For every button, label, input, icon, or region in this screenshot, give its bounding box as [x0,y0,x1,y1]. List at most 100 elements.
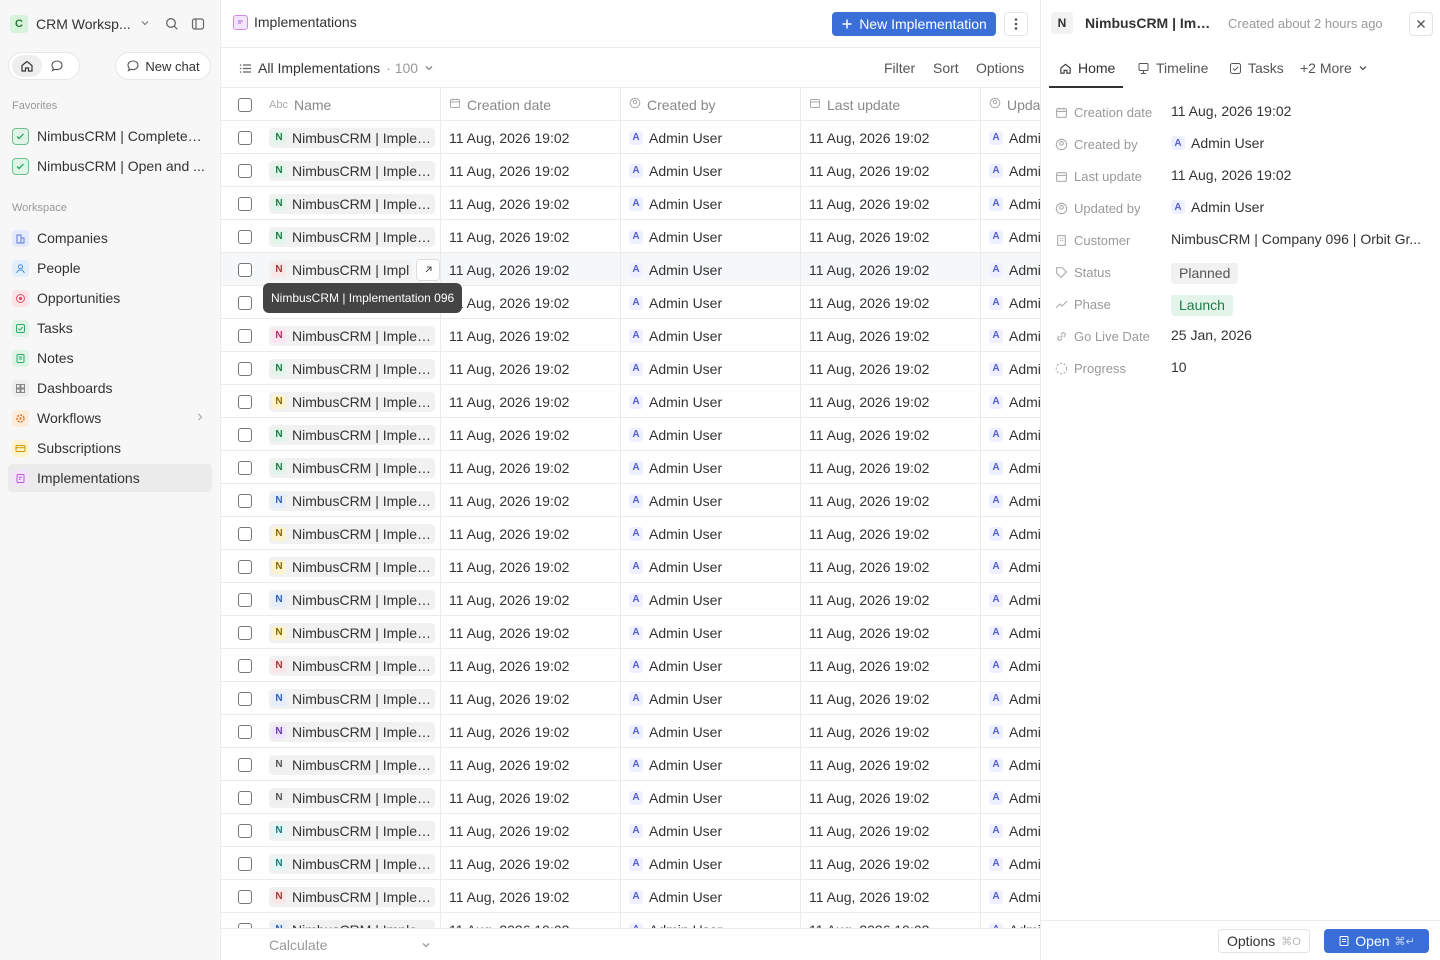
creation-date-cell[interactable]: 11 Aug, 2026 19:02 [441,583,621,616]
favorite-item-completed[interactable]: NimbusCRM | Completed ... [8,122,212,150]
table-row[interactable]: N NimbusCRM | Impleme... 11 Aug, 2026 19:0… [221,847,1040,880]
created-by-cell[interactable]: A Admin User [621,385,801,418]
creation-date-cell[interactable]: 11 Aug, 2026 19:02 [441,550,621,583]
field-value[interactable]: Launch [1171,295,1233,316]
table-row[interactable]: N NimbusCRM | Impleme... 11 Aug, 2026 19:0… [221,451,1040,484]
updated-by-cell[interactable]: AAdmin [981,913,1040,928]
row-checkbox[interactable] [238,625,252,640]
record-chip[interactable]: NNimbusCRM | Impleme... [269,325,435,346]
row-checkbox[interactable] [238,163,252,178]
filter-button[interactable]: Filter [884,60,915,76]
table-row[interactable]: N NimbusCRM | Impleme... 11 Aug, 2026 19:0… [221,187,1040,220]
record-chip[interactable]: NNimbusCRM | Impleme... [269,688,435,709]
record-chip[interactable]: NNimbusCRM | Impleme... [269,358,435,379]
table-row[interactable]: N NimbusCRM | Impleme... 11 Aug, 2026 19:0… [221,550,1040,583]
sidebar-item-notes[interactable]: Notes [8,344,212,372]
last-update-cell[interactable]: 11 Aug, 2026 19:02 [801,220,981,253]
created-by-cell[interactable]: A Admin User [621,253,801,286]
calculate-button[interactable]: Calculate [269,937,431,953]
last-update-cell[interactable]: 11 Aug, 2026 19:02 [801,649,981,682]
creation-date-cell[interactable]: 11 Aug, 2026 19:02 [441,385,621,418]
select-all-checkbox[interactable] [238,97,252,112]
workspace-switcher[interactable]: C CRM Worksp... [10,12,210,36]
view-selector[interactable]: All Implementations · 100 [239,60,434,76]
field-value[interactable]: 11 Aug, 2026 19:02 [1171,103,1291,119]
sidebar-item-workflows[interactable]: Workflows [8,404,212,432]
sort-button[interactable]: Sort [933,60,959,76]
last-update-cell[interactable]: 11 Aug, 2026 19:02 [801,121,981,154]
record-chip[interactable]: NNimbusCRM | Impleme... [269,391,435,412]
updated-by-cell[interactable]: AAdmin [981,649,1040,682]
field-value[interactable]: A Admin User [1171,135,1264,151]
table-row[interactable]: N NimbusCRM | Impleme... 11 Aug, 2026 19:0… [221,781,1040,814]
sidebar-item-dashboards[interactable]: Dashboards [8,374,212,402]
updated-by-cell[interactable]: AAdmin [981,484,1040,517]
table-row[interactable]: N NimbusCRM | Impleme... 11 Aug, 2026 19:0… [221,583,1040,616]
record-chip[interactable]: NNimbusCRM | Impleme... [269,226,435,247]
updated-by-cell[interactable]: AAdmin [981,418,1040,451]
sidebar-item-people[interactable]: People [8,254,212,282]
row-checkbox[interactable] [238,724,252,739]
new-implementation-button[interactable]: New Implementation [832,12,996,36]
record-chip[interactable]: NNimbusCRM | Impleme... [269,622,435,643]
name-cell[interactable]: N NimbusCRM | Impl [269,253,441,286]
row-checkbox[interactable] [238,526,252,541]
updated-by-cell[interactable]: AAdmin [981,682,1040,715]
open-record-arrow-icon[interactable] [416,258,440,281]
record-chip[interactable]: NNimbusCRM | Impleme... [269,886,435,907]
name-cell[interactable]: N NimbusCRM | Impleme... [269,187,441,220]
field-value[interactable]: A Admin User [1171,199,1264,215]
record-chip[interactable]: NNimbusCRM | Impleme... [269,160,435,181]
creation-date-cell[interactable]: 11 Aug, 2026 19:02 [441,253,621,286]
tab-home[interactable]: Home [1059,48,1115,88]
updated-by-cell[interactable]: AAdmin [981,385,1040,418]
created-by-cell[interactable]: A Admin User [621,616,801,649]
name-cell[interactable]: N NimbusCRM | Impleme... [269,154,441,187]
last-update-cell[interactable]: 11 Aug, 2026 19:02 [801,352,981,385]
field-value[interactable]: Planned [1171,263,1239,284]
last-update-cell[interactable]: 11 Aug, 2026 19:02 [801,517,981,550]
record-chip[interactable]: NNimbusCRM | Impleme... [269,424,435,445]
home-button[interactable] [12,55,42,77]
last-update-cell[interactable]: 11 Aug, 2026 19:02 [801,253,981,286]
record-chip[interactable]: NNimbusCRM | Impleme... [269,820,435,841]
table-row[interactable]: N NimbusCRM | Impleme... 11 Aug, 2026 19:0… [221,880,1040,913]
row-checkbox[interactable] [238,790,252,805]
name-cell[interactable]: N NimbusCRM | Impleme... [269,550,441,583]
table-row[interactable]: N NimbusCRM | Impleme... 11 Aug, 2026 19:0… [221,616,1040,649]
table-row[interactable]: N NimbusCRM | Impleme... 11 Aug, 2026 19:0… [221,517,1040,550]
table-row[interactable]: N NimbusCRM | Impleme... 11 Aug, 2026 19:0… [221,484,1040,517]
updated-by-cell[interactable]: AAdmin [981,220,1040,253]
updated-by-cell[interactable]: AAdmin [981,814,1040,847]
record-chip[interactable]: N NimbusCRM | Impl [269,259,413,280]
creation-date-cell[interactable]: 11 Aug, 2026 19:02 [441,154,621,187]
name-cell[interactable]: N NimbusCRM | Impleme... [269,649,441,682]
creation-date-cell[interactable]: 11 Aug, 2026 19:02 [441,319,621,352]
record-chip[interactable]: NNimbusCRM | Impleme... [269,919,435,928]
record-chip[interactable]: NNimbusCRM | Impleme... [269,457,435,478]
created-by-cell[interactable]: A Admin User [621,286,801,319]
name-cell[interactable]: N NimbusCRM | Impleme... [269,715,441,748]
row-checkbox[interactable] [238,889,252,904]
sidebar-item-companies[interactable]: Companies [8,224,212,252]
sidebar-item-subscriptions[interactable]: Subscriptions [8,434,212,462]
updated-by-cell[interactable]: AAdmin [981,154,1040,187]
panel-options-button[interactable]: Options ⌘O [1218,929,1310,953]
field-value[interactable]: 11 Aug, 2026 19:02 [1171,167,1291,183]
row-checkbox[interactable] [238,361,252,376]
creation-date-cell[interactable]: 11 Aug, 2026 19:02 [441,352,621,385]
row-checkbox[interactable] [238,295,252,310]
row-checkbox[interactable] [238,229,252,244]
created-by-cell[interactable]: A Admin User [621,748,801,781]
created-by-cell[interactable]: A Admin User [621,154,801,187]
creation-date-cell[interactable]: 11 Aug, 2026 19:02 [441,616,621,649]
name-cell[interactable]: N NimbusCRM | Impleme... [269,583,441,616]
updated-by-cell[interactable]: AAdmin [981,781,1040,814]
created-by-cell[interactable]: A Admin User [621,418,801,451]
updated-by-cell[interactable]: AAdmin [981,286,1040,319]
table-row[interactable]: N NimbusCRM | Impleme... 11 Aug, 2026 19:0… [221,814,1040,847]
name-cell[interactable]: N NimbusCRM | Impleme... [269,319,441,352]
created-by-cell[interactable]: A Admin User [621,781,801,814]
name-cell[interactable]: N NimbusCRM | Impleme... [269,847,441,880]
record-chip[interactable]: NNimbusCRM | Impleme... [269,589,435,610]
